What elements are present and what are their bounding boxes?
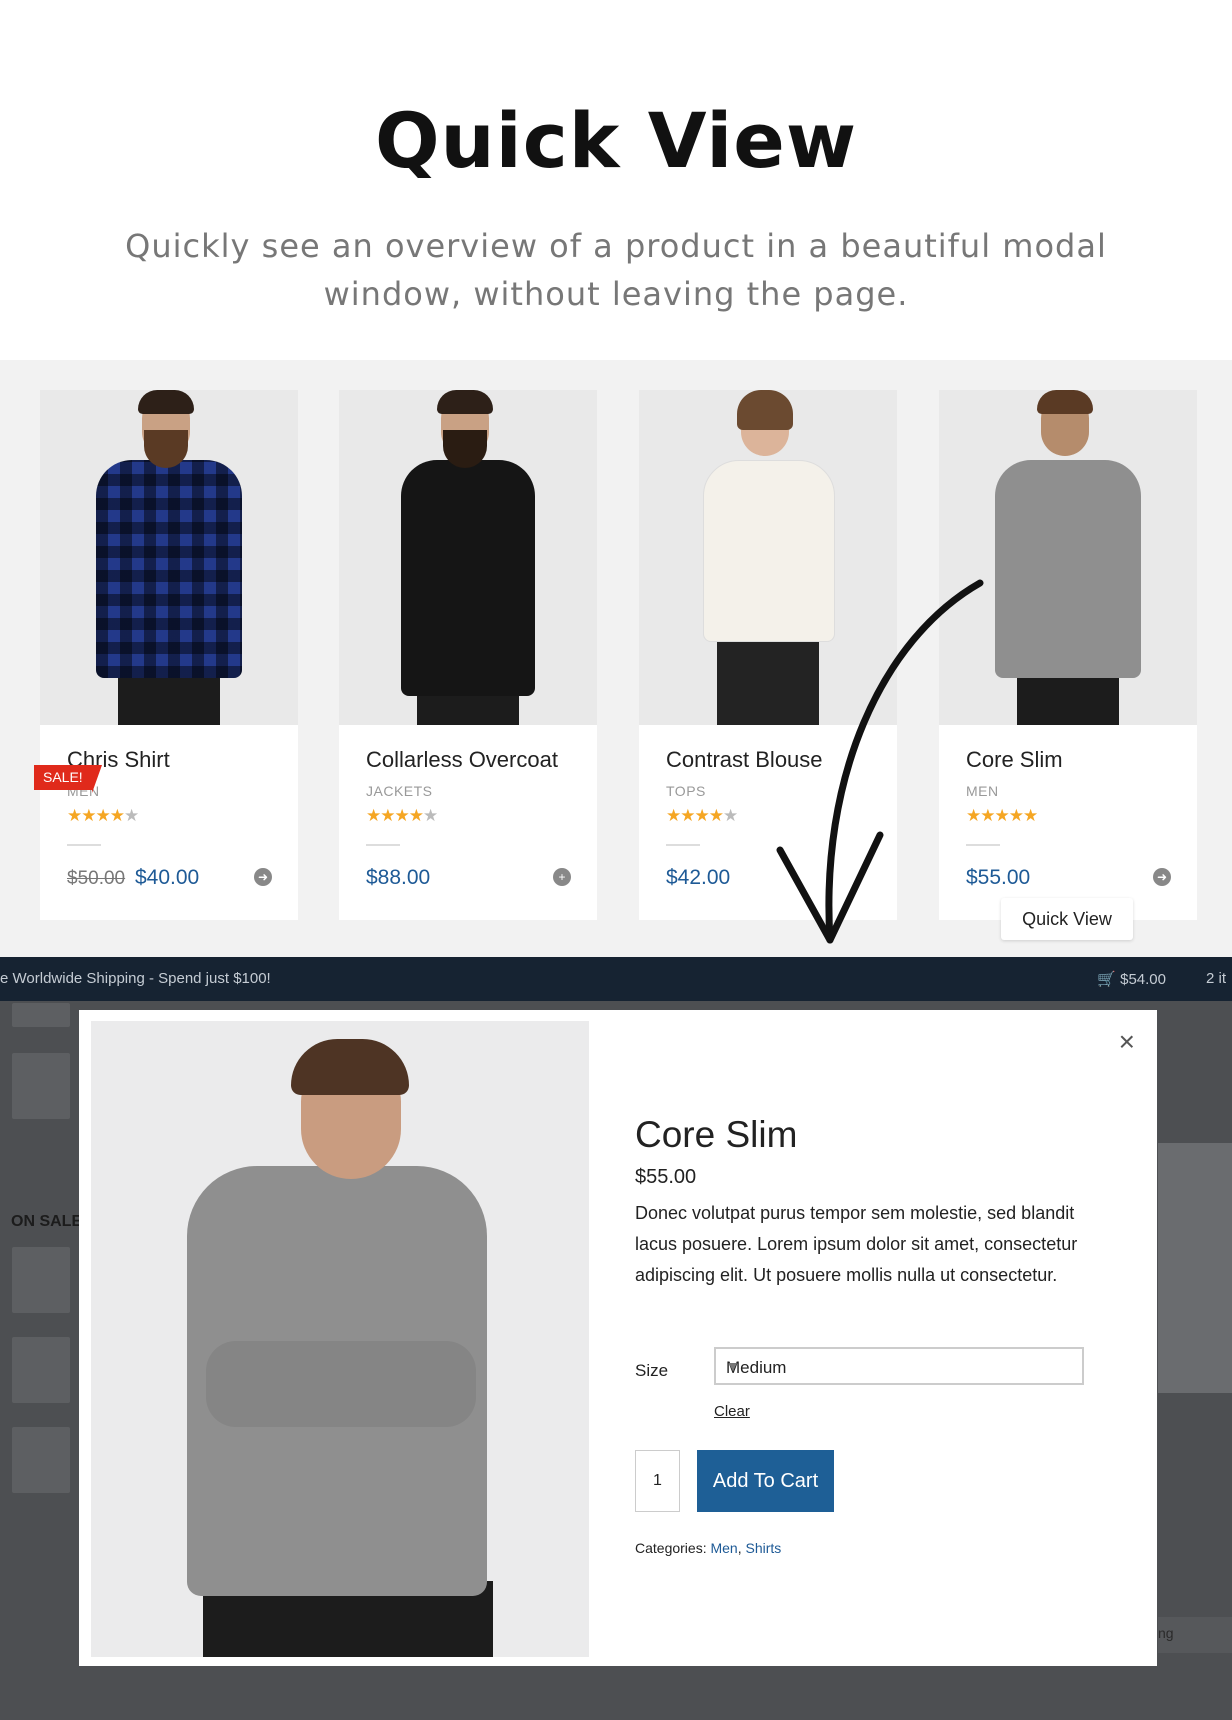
arrow-right-circle-icon[interactable]: ➜ bbox=[254, 868, 272, 886]
model-figure bbox=[639, 390, 897, 725]
product-image[interactable] bbox=[40, 390, 298, 725]
cart-item-count[interactable]: 2 it bbox=[1206, 970, 1232, 987]
product-categories: Categories: Men, Shirts bbox=[635, 1540, 782, 1556]
top-bar: e Worldwide Shipping - Spend just $100! … bbox=[0, 957, 1232, 1001]
thumbnail bbox=[12, 1427, 70, 1493]
thumbnail bbox=[12, 1337, 70, 1403]
hero-title: Quick View bbox=[374, 96, 858, 185]
product-name[interactable]: Contrast Blouse bbox=[666, 747, 823, 773]
plus-circle-icon[interactable]: + bbox=[553, 868, 571, 886]
clear-link[interactable]: Clear bbox=[714, 1403, 750, 1420]
shipping-message: e Worldwide Shipping - Spend just $100! bbox=[0, 970, 271, 987]
thumbnail bbox=[12, 1053, 70, 1119]
model-figure-back bbox=[939, 390, 1197, 725]
cart-icon: 🛒 bbox=[1097, 971, 1116, 988]
star-rating: ★★★★★ bbox=[366, 806, 438, 825]
divider bbox=[966, 844, 1000, 846]
sale-badge: SALE! bbox=[34, 765, 102, 793]
model-figure bbox=[40, 390, 298, 725]
product-price: $88.00 bbox=[366, 866, 431, 889]
star-rating: ★★★★★ bbox=[966, 806, 1038, 825]
product-card[interactable]: Collarless Overcoat JACKETS ★★★★★ $88.00… bbox=[339, 390, 597, 920]
star-rating: ★★★★★ bbox=[666, 806, 738, 825]
product-card[interactable]: Contrast Blouse TOPS ★★★★★ $42.00 bbox=[639, 390, 897, 920]
on-sale-heading: ON SALE bbox=[11, 1213, 83, 1230]
product-image[interactable] bbox=[339, 390, 597, 725]
product-category[interactable]: TOPS bbox=[666, 783, 706, 799]
arrow-right-circle-icon[interactable]: ➜ bbox=[1153, 868, 1171, 886]
close-icon[interactable]: × bbox=[1119, 1026, 1135, 1058]
footer-fragment: ng bbox=[1158, 1617, 1232, 1653]
model-figure bbox=[339, 390, 597, 725]
divider bbox=[366, 844, 400, 846]
product-grid: SALE! Chris Shirt MEN ★★★★★ $50.00 $40.0… bbox=[0, 360, 1232, 957]
size-label: Size bbox=[635, 1361, 669, 1380]
size-select[interactable]: Medium ▼ bbox=[714, 1347, 1084, 1385]
category-link-shirts[interactable]: Shirts bbox=[746, 1540, 782, 1556]
modal-product-price: $55.00 bbox=[635, 1166, 697, 1188]
product-price: $55.00 bbox=[966, 866, 1031, 889]
category-link-men[interactable]: Men bbox=[710, 1540, 737, 1556]
background-product-image bbox=[1158, 1143, 1232, 1393]
product-category[interactable]: MEN bbox=[966, 783, 999, 799]
product-card[interactable]: Chris Shirt MEN ★★★★★ $50.00 $40.00 ➜ bbox=[40, 390, 298, 920]
product-image[interactable] bbox=[939, 390, 1197, 725]
star-rating: ★★★★★ bbox=[67, 806, 139, 825]
product-category[interactable]: JACKETS bbox=[366, 783, 433, 799]
product-image bbox=[91, 1021, 589, 1657]
product-name[interactable]: Core Slim bbox=[966, 747, 1063, 773]
add-to-cart-button[interactable]: Add To Cart bbox=[697, 1450, 834, 1512]
divider bbox=[67, 844, 101, 846]
modal-product-title: Core Slim bbox=[635, 1114, 798, 1155]
product-card[interactable]: Core Slim MEN ★★★★★ $55.00 ➜ bbox=[939, 390, 1197, 920]
product-image[interactable] bbox=[639, 390, 897, 725]
model-figure bbox=[91, 1021, 589, 1657]
product-price: $42.00 bbox=[666, 866, 731, 889]
hero-subtitle: Quickly see an overview of a product in … bbox=[125, 227, 1107, 313]
quantity-input[interactable]: 1 bbox=[635, 1450, 680, 1512]
thumbnail bbox=[12, 1003, 70, 1027]
hero-section: Quick View Quickly see an overview of a … bbox=[0, 0, 1232, 360]
shop-page-behind-modal: e Worldwide Shipping - Spend just $100! … bbox=[0, 957, 1232, 1720]
cart-link[interactable]: 🛒 $54.00 bbox=[1097, 970, 1166, 988]
old-price: $50.00 bbox=[67, 868, 126, 889]
quick-view-button[interactable]: Quick View bbox=[1001, 898, 1133, 940]
thumbnail bbox=[12, 1247, 70, 1313]
quick-view-modal: × Core Slim $55.00 Donec volutpat purus … bbox=[79, 1010, 1157, 1666]
product-name[interactable]: Collarless Overcoat bbox=[366, 747, 558, 773]
chevron-down-icon: ▼ bbox=[726, 1358, 740, 1374]
divider bbox=[666, 844, 700, 846]
product-price: $40.00 bbox=[135, 866, 200, 889]
modal-product-description: Donec volutpat purus tempor sem molestie… bbox=[635, 1203, 1078, 1285]
